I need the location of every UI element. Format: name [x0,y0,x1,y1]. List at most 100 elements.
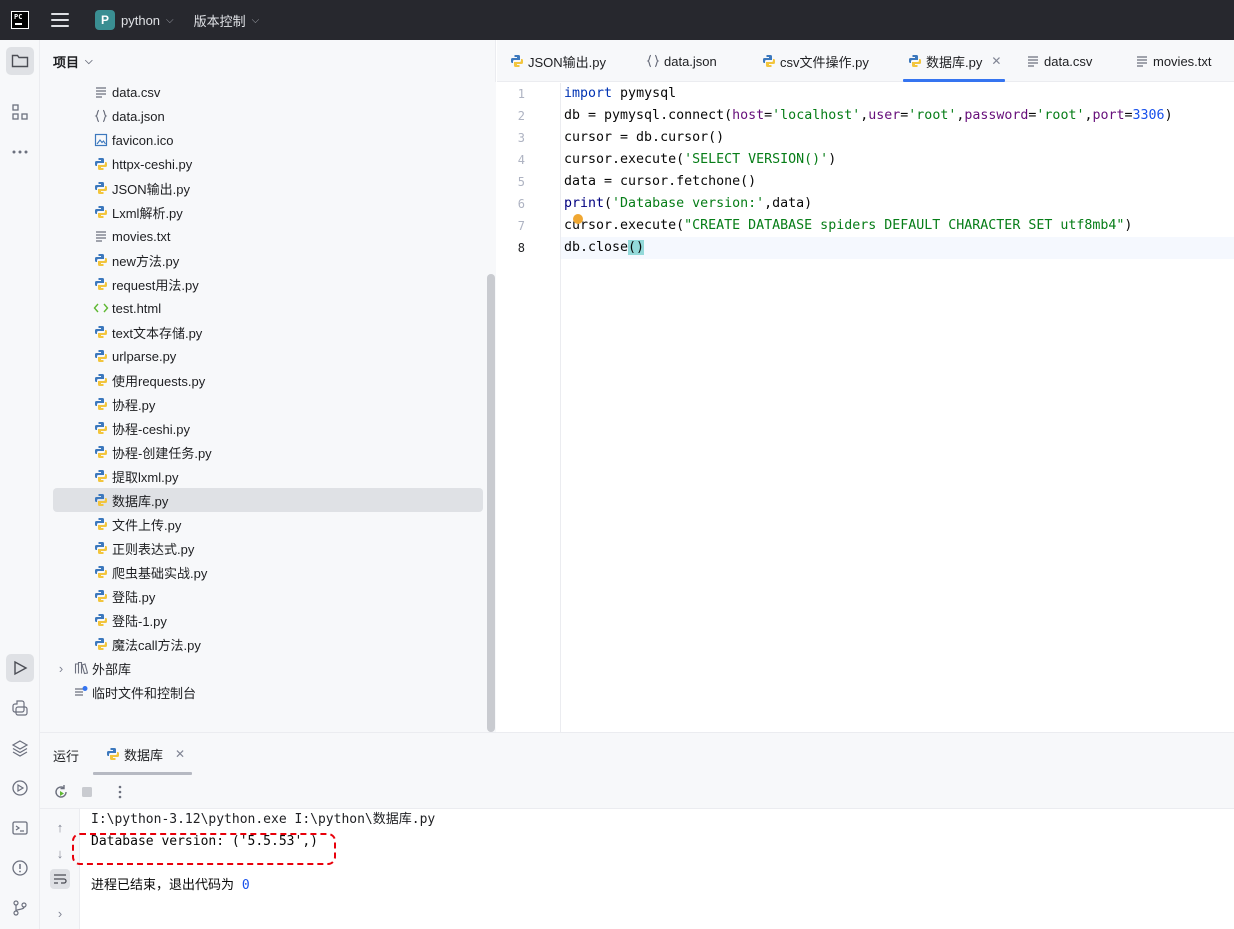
tree-item[interactable]: 协程-ceshi.py [93,416,190,440]
tree-item[interactable]: urlparse.py [93,344,176,368]
chevron-right-icon[interactable]: › [53,661,69,676]
python-file-icon [93,612,109,628]
line-number: 2 [517,109,525,123]
line-number: 1 [517,87,525,101]
image-file-icon [93,132,109,148]
tree-item-external-libraries[interactable]: › 外部库 [53,656,131,680]
python-file-icon [93,252,109,268]
tree-item[interactable]: 正则表达式.py [93,536,194,560]
run-toolbar [40,775,1234,809]
tree-item-label: 文件上传.py [112,517,182,533]
line-number-gutter[interactable]: 1 2 3 4 5 6 7 8 [497,83,561,732]
project-name[interactable]: python [121,13,160,28]
git-icon[interactable] [6,894,34,922]
tree-item-label: data.json [112,108,165,124]
tree-item-label: 使用requests.py [112,373,206,389]
more-icon[interactable] [6,138,34,166]
pycharm-logo[interactable]: PC [11,11,29,29]
chevron-down-icon: ⌵ [251,14,260,26]
line-number: 5 [517,175,525,189]
code-line-3: cursor = db.cursor() [564,130,725,145]
tree-item-label: 协程-创建任务.py [112,445,212,461]
tree-item[interactable]: 文件上传.py [93,512,181,536]
tree-item[interactable]: test.html [93,296,161,320]
problems-icon[interactable] [6,854,34,882]
editor-tab[interactable]: 数据库.py ✕ [903,40,1006,82]
tree-item[interactable]: 数据库.py [53,488,483,512]
tree-item[interactable]: 使用requests.py [93,368,205,392]
tree-item[interactable]: 提取lxml.py [93,464,178,488]
python-file-icon [93,180,109,196]
tree-item[interactable]: 协程-创建任务.py [93,440,212,464]
tree-item[interactable]: request用法.py [93,272,199,296]
code-line-4: cursor.execute('SELECT VERSION()') [564,152,837,167]
tree-item[interactable]: data.csv [93,80,160,104]
annotation-highlight-box [72,833,336,865]
tree-item[interactable]: data.json [93,104,165,128]
python-file-icon [509,53,525,69]
project-badge[interactable]: P [95,10,115,30]
tree-item[interactable]: favicon.ico [93,128,173,152]
line-number: 6 [517,197,525,211]
tree-item[interactable]: 登陆.py [93,584,155,608]
services-icon[interactable] [6,774,34,802]
main-menu-icon[interactable] [51,13,69,27]
vcs-menu[interactable]: 版本控制 [194,11,246,30]
code-line-2: db = pymysql.connect(host='localhost',us… [564,108,1173,123]
tree-item[interactable]: 爬虫基础实战.py [93,560,207,584]
terminal-icon[interactable] [6,814,34,842]
tree-item[interactable]: 登陆-1.py [93,608,167,632]
chevron-right-icon[interactable]: › [50,903,70,923]
editor-tab[interactable]: csv文件操作.py [757,40,873,82]
run-icon[interactable] [6,654,34,682]
editor-tab-bar: JSON输出.py data.json csv文件操作.py 数据库.py ✕ data.… [497,40,1234,82]
tree-item-label: new方法.py [112,253,180,269]
intention-bulb-icon[interactable] [573,214,583,224]
run-tab[interactable]: 数据库 ✕ [93,733,192,775]
scroll-thumb[interactable] [487,274,495,732]
packages-icon[interactable] [6,734,34,762]
project-panel-header[interactable]: 项目 ⌵ [40,40,495,82]
chevron-down-icon: ⌵ [166,14,174,26]
tree-item[interactable]: Lxml解析.py [93,200,183,224]
project-scrollbar[interactable] [486,82,496,732]
editor-tab[interactable]: movies.txt [1130,40,1216,82]
rerun-icon[interactable] [51,782,71,802]
run-panel-header: 运行 数据库 ✕ [40,733,1234,775]
tree-item[interactable]: 魔法call方法.py [93,632,201,656]
editor-tab[interactable]: data.json [641,40,721,82]
line-number: 7 [517,219,525,233]
tree-item[interactable]: movies.txt [93,224,171,248]
editor-tab[interactable]: data.csv [1021,40,1096,82]
close-icon[interactable]: ✕ [991,54,1001,68]
arrow-down-icon[interactable]: ↓ [50,843,70,863]
tree-item-label: favicon.ico [112,132,174,148]
python-file-icon [93,588,109,604]
tree-item-label: JSON输出.py [112,181,191,197]
json-file-icon [93,108,109,124]
html-file-icon [93,300,109,316]
close-icon[interactable]: ✕ [175,747,185,761]
editor-tab-label: data.csv [1044,53,1093,69]
code-editor[interactable]: 1 2 3 4 5 6 7 8 import pymysql db = pymysql.con… [497,83,1234,732]
tree-item-scratches[interactable]: 临时文件和控制台 [73,680,196,704]
structure-icon[interactable] [6,98,34,126]
editor-tab[interactable]: JSON输出.py [505,40,610,82]
stop-icon[interactable] [77,782,97,802]
tree-item-label: 临时文件和控制台 [92,685,197,701]
tree-item-label: 魔法call方法.py [112,637,201,653]
tree-item[interactable]: 协程.py [93,392,155,416]
soft-wrap-icon[interactable] [50,869,70,889]
console-command: I:\python-3.12\python.exe I:\python\数据库.… [91,812,436,827]
tree-item[interactable]: text文本存储.py [93,320,202,344]
python-console-icon[interactable] [6,694,34,722]
tree-item[interactable]: JSON输出.py [93,176,190,200]
tree-item-label: 协程-ceshi.py [112,421,191,437]
arrow-up-icon[interactable]: ↑ [50,817,70,837]
folder-icon[interactable] [6,47,34,75]
more-vertical-icon[interactable] [110,782,130,802]
tree-item[interactable]: new方法.py [93,248,179,272]
project-panel-title: 项目 [53,54,80,70]
python-file-icon [93,540,109,556]
tree-item[interactable]: httpx-ceshi.py [93,152,192,176]
